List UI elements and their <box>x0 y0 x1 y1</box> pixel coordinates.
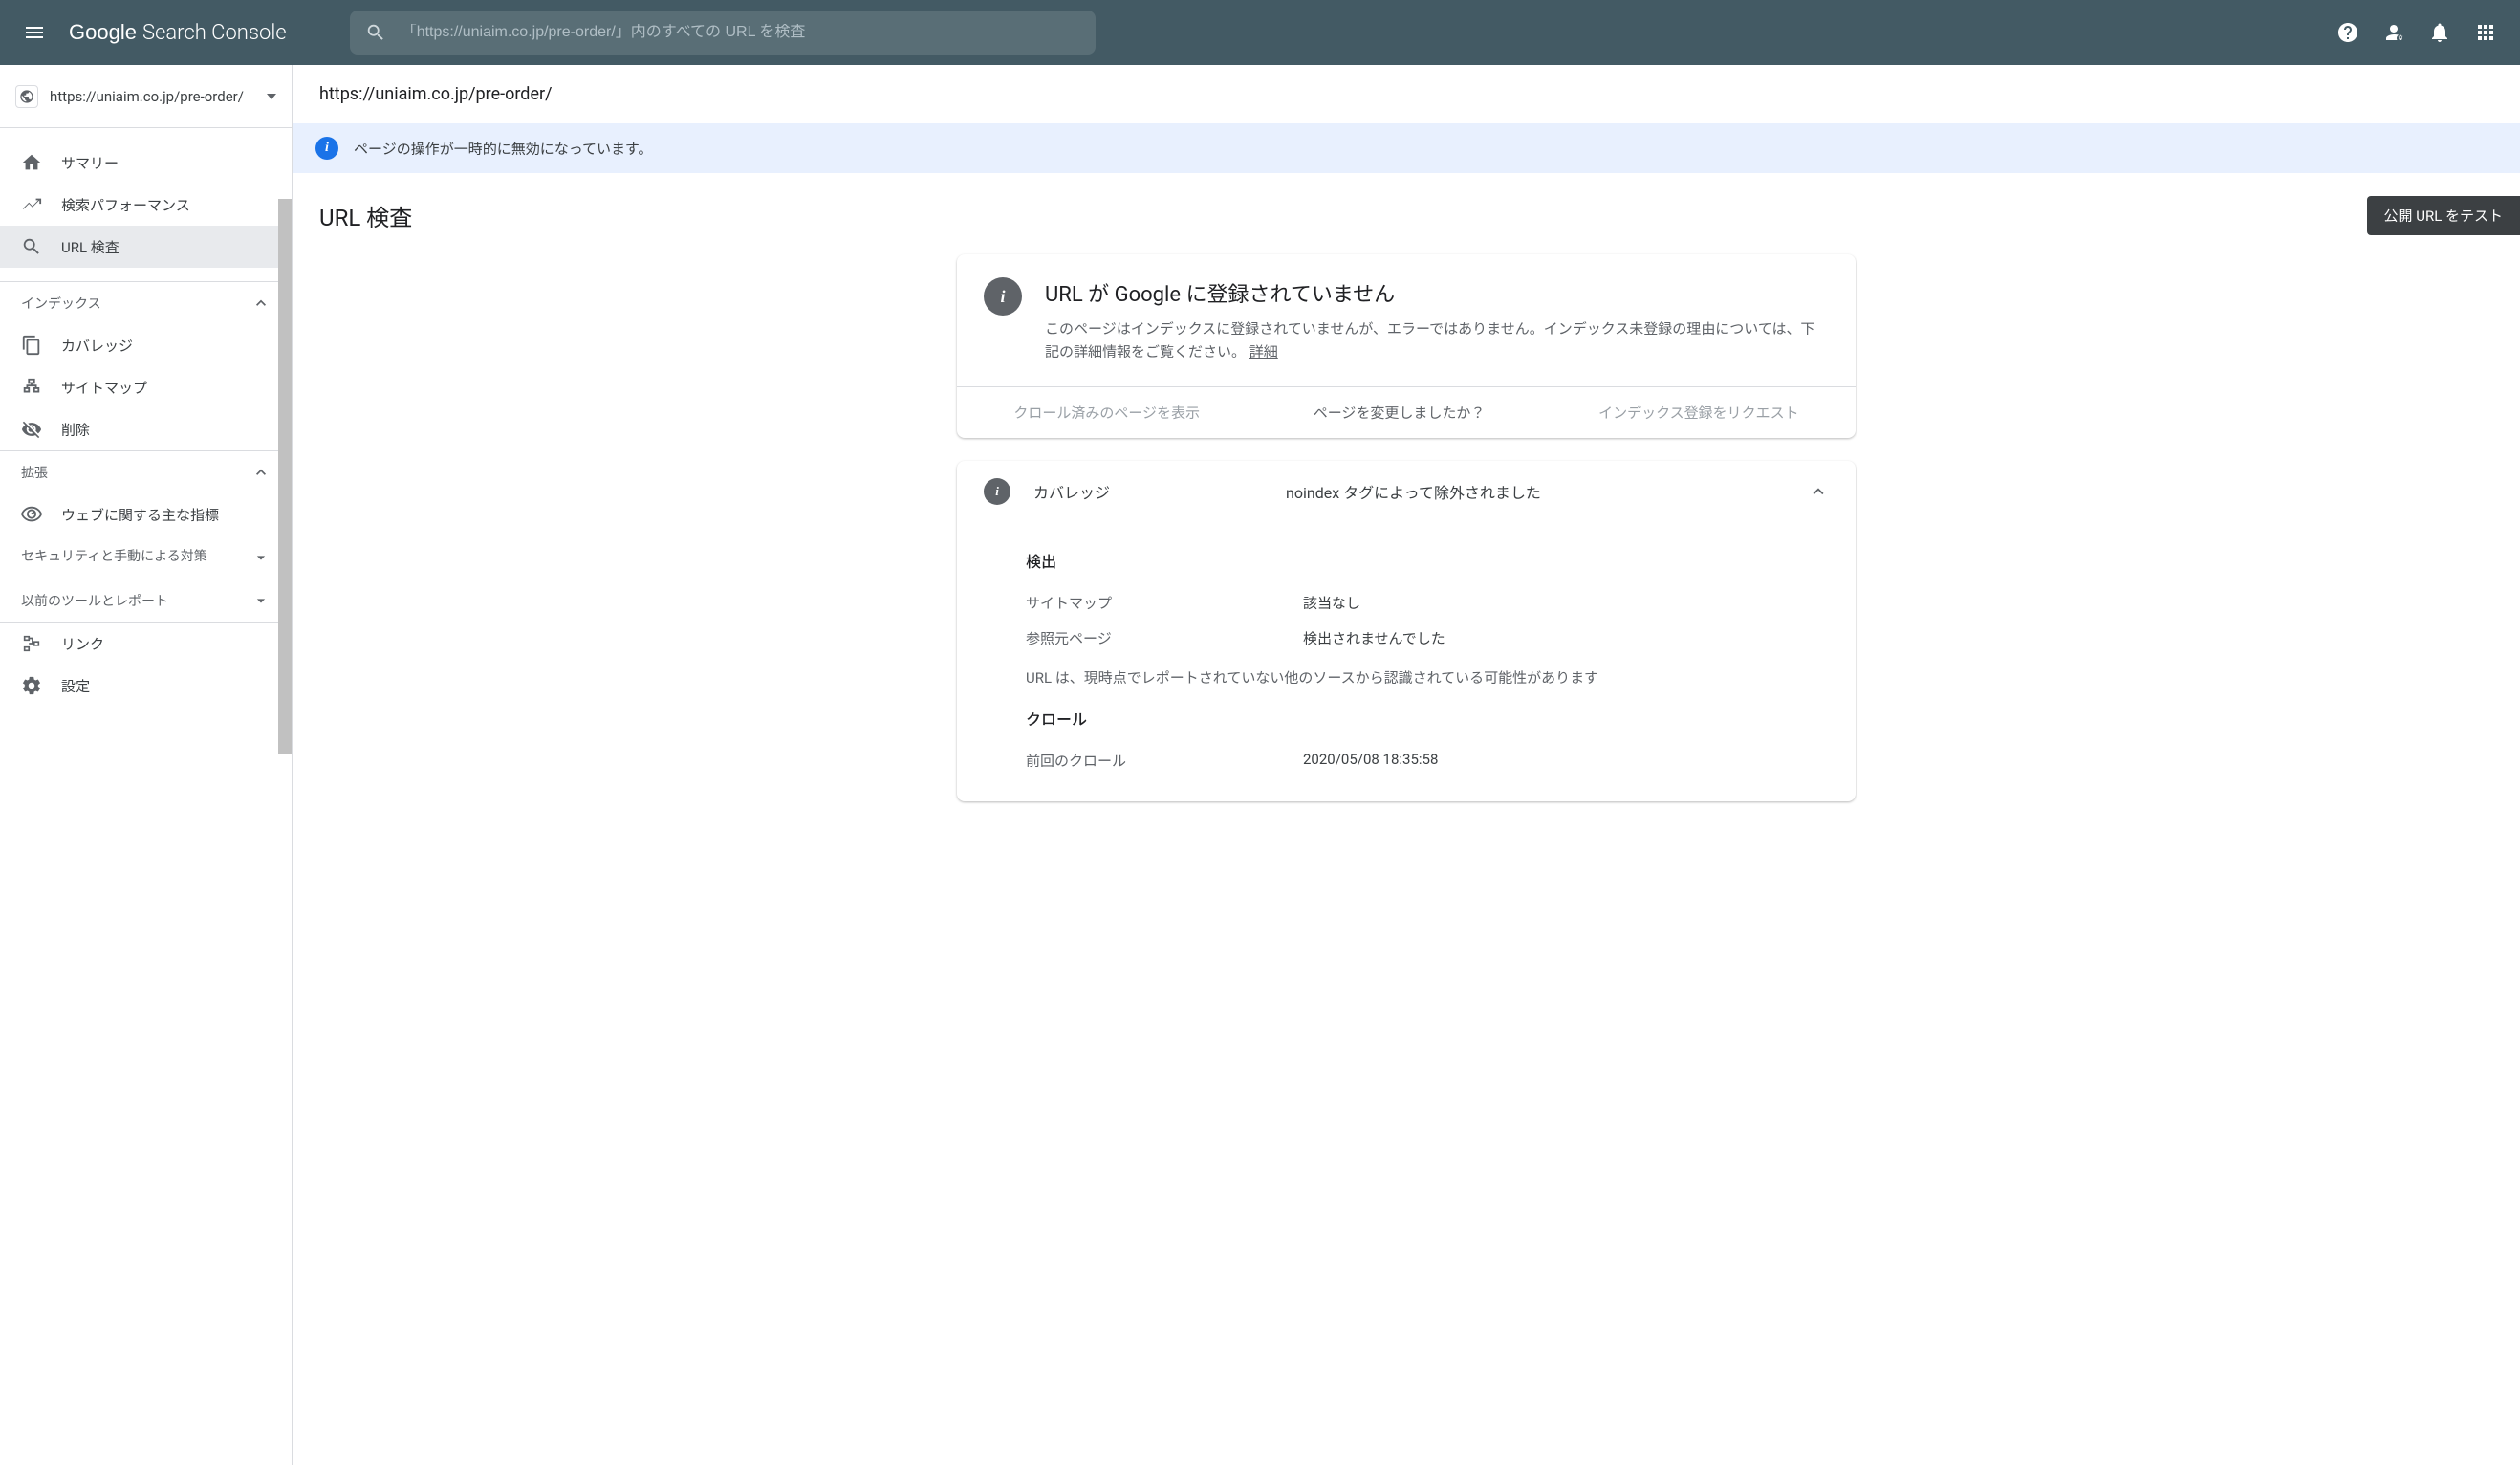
sidebar-item-label: 検索パフォーマンス <box>61 195 190 215</box>
section-label: セキュリティと手動による対策 <box>21 548 207 567</box>
sidebar-item-label: 削除 <box>61 420 90 440</box>
property-url: https://uniaim.co.jp/pre-order/ <box>50 88 255 105</box>
gear-icon <box>21 675 42 696</box>
apps-button[interactable] <box>2474 21 2497 44</box>
view-crawled-page-link: クロール済みのページを表示 <box>1013 403 1200 423</box>
kv-row-last-crawl: 前回のクロール 2020/05/08 18:35:58 <box>1026 743 1829 778</box>
test-live-url-button[interactable]: 公開 URL をテスト <box>2367 196 2520 235</box>
discovery-note: URL は、現時点でレポートされていない他のソースから認識されている可能性があり… <box>1026 667 1829 688</box>
chevron-up-icon <box>251 463 271 482</box>
search-input[interactable] <box>402 24 1080 41</box>
users-button[interactable] <box>2382 21 2405 44</box>
kv-row-sitemap: サイトマップ 該当なし <box>1026 585 1829 621</box>
request-indexing-link: インデックス登録をリクエスト <box>1598 403 1799 423</box>
banner-text: ページの操作が一時的に無効になっています。 <box>354 139 652 159</box>
property-selector[interactable]: https://uniaim.co.jp/pre-order/ <box>0 65 292 128</box>
chevron-down-icon <box>267 94 276 99</box>
sidebar-item-label: カバレッジ <box>61 336 133 356</box>
sidebar-scrollbar[interactable] <box>278 199 292 754</box>
bell-icon <box>2428 21 2451 44</box>
section-toggle-legacy[interactable]: 以前のツールとレポート <box>0 579 292 622</box>
info-icon: i <box>984 478 1010 505</box>
link-tree-icon <box>21 633 42 654</box>
search-icon <box>365 22 386 43</box>
sidebar-item-links[interactable]: リンク <box>0 623 292 665</box>
section-label: 拡張 <box>21 463 48 482</box>
visibility-off-icon <box>21 419 42 440</box>
logo-google-text: Google <box>69 20 137 45</box>
page-changed-link[interactable]: ページを変更しましたか？ <box>1314 403 1486 423</box>
sidebar-item-label: ウェブに関する主な指標 <box>61 505 219 525</box>
url-inspect-search[interactable] <box>350 11 1096 55</box>
sitemap-icon <box>21 377 42 398</box>
status-description: このページはインデックスに登録されていませんが、エラーではありません。インデック… <box>1045 317 1829 363</box>
notifications-button[interactable] <box>2428 21 2451 44</box>
sidebar-item-settings[interactable]: 設定 <box>0 665 292 707</box>
coverage-value: noindex タグによって除外されました <box>1286 480 1785 503</box>
main-content: https://uniaim.co.jp/pre-order/ i ページの操作… <box>293 65 2520 1465</box>
status-card: i URL が Google に登録されていません このページはインデックスに登… <box>957 254 1856 438</box>
sidebar-item-sitemaps[interactable]: サイトマップ <box>0 366 292 408</box>
left-sidebar: https://uniaim.co.jp/pre-order/ サマリー 検索パ… <box>0 65 293 1465</box>
apps-grid-icon <box>2474 21 2497 44</box>
info-banner: i ページの操作が一時的に無効になっています。 <box>293 123 2520 173</box>
product-logo: Google Search Console <box>69 20 287 45</box>
crawl-heading: クロール <box>1026 707 1829 730</box>
details-link[interactable]: 詳細 <box>1249 343 1278 361</box>
coverage-card: i カバレッジ noindex タグによって除外されました 検出 サイトマップ … <box>957 461 1856 801</box>
sidebar-item-label: URL 検査 <box>61 237 119 257</box>
coverage-toggle[interactable]: i カバレッジ noindex タグによって除外されました <box>957 461 1856 522</box>
sidebar-item-label: サイトマップ <box>61 378 147 398</box>
logo-sc-text: Search Console <box>142 21 287 45</box>
globe-icon <box>15 85 38 108</box>
sidebar-item-coverage[interactable]: カバレッジ <box>0 324 292 366</box>
chevron-down-icon <box>251 548 271 567</box>
kv-key: 参照元ページ <box>1026 628 1303 648</box>
chevron-up-icon <box>1808 481 1829 502</box>
section-label: 以前のツールとレポート <box>21 591 168 610</box>
kv-value: 検出されませんでした <box>1303 628 1445 648</box>
kv-row-referrer: 参照元ページ 検出されませんでした <box>1026 621 1829 656</box>
inspected-url: https://uniaim.co.jp/pre-order/ <box>293 65 2520 123</box>
kv-key: サイトマップ <box>1026 593 1303 613</box>
kv-value: 2020/05/08 18:35:58 <box>1303 751 1438 771</box>
sidebar-item-performance[interactable]: 検索パフォーマンス <box>0 184 292 226</box>
manage-users-icon <box>2382 21 2405 44</box>
sidebar-item-web-vitals[interactable]: ウェブに関する主な指標 <box>0 493 292 536</box>
status-title: URL が Google に登録されていません <box>1045 277 1829 308</box>
kv-value: 該当なし <box>1303 593 1360 613</box>
page-title: URL 検査 <box>319 199 412 232</box>
section-toggle-index[interactable]: インデックス <box>0 282 292 324</box>
sidebar-item-label: リンク <box>61 634 104 654</box>
sidebar-item-removals[interactable]: 削除 <box>0 408 292 450</box>
hamburger-icon <box>23 21 46 44</box>
sidebar-item-url-inspect[interactable]: URL 検査 <box>0 226 292 268</box>
sidebar-item-summary[interactable]: サマリー <box>0 142 292 184</box>
section-toggle-security[interactable]: セキュリティと手動による対策 <box>0 536 292 579</box>
search-icon <box>21 236 42 257</box>
kv-key: 前回のクロール <box>1026 751 1303 771</box>
discovery-heading: 検出 <box>1026 549 1829 572</box>
help-button[interactable] <box>2336 21 2359 44</box>
info-status-icon: i <box>984 277 1022 316</box>
help-icon <box>2336 21 2359 44</box>
section-label: インデックス <box>21 294 101 313</box>
menu-button[interactable] <box>15 13 54 52</box>
pages-icon <box>21 335 42 356</box>
sidebar-item-label: サマリー <box>61 153 119 173</box>
gauge-icon <box>21 504 42 525</box>
home-icon <box>21 152 42 173</box>
chevron-up-icon <box>251 294 271 313</box>
section-toggle-enhance[interactable]: 拡張 <box>0 451 292 493</box>
header-actions <box>2336 21 2505 44</box>
app-header: Google Search Console <box>0 0 2520 65</box>
info-icon: i <box>315 137 338 160</box>
coverage-label: カバレッジ <box>1033 480 1263 503</box>
chevron-down-icon <box>251 591 271 610</box>
chart-icon <box>21 194 42 215</box>
sidebar-item-label: 設定 <box>61 676 90 696</box>
